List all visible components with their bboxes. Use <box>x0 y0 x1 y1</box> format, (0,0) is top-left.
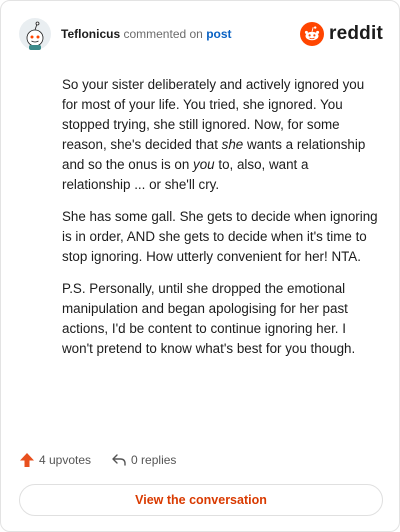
brand-wordmark: reddit <box>329 23 383 44</box>
comment-paragraph: So your sister deliberately and actively… <box>62 75 378 195</box>
reply-stat[interactable]: 0 replies <box>111 452 176 468</box>
upvote-arrow-icon <box>20 453 34 467</box>
paragraph-text: She has some gall. She gets to decide wh… <box>62 209 378 264</box>
post-link[interactable]: post <box>206 27 231 41</box>
upvote-stat[interactable]: 4 upvotes <box>19 452 91 468</box>
comment-card: Teflonicus commented on post reddit So y… <box>0 0 400 532</box>
reddit-brand[interactable]: reddit <box>300 22 383 46</box>
comment-stats: 4 upvotes 0 replies <box>19 449 176 471</box>
comment-paragraph: She has some gall. She gets to decide wh… <box>62 207 378 267</box>
username-link[interactable]: Teflonicus <box>61 27 120 41</box>
upvote-count: 4 upvotes <box>39 453 92 467</box>
emphasized-text: she <box>221 137 244 152</box>
emphasized-text: you <box>193 157 215 172</box>
snoo-avatar-icon[interactable] <box>19 18 51 50</box>
comment-body: So your sister deliberately and actively… <box>62 75 378 371</box>
action-text: commented on <box>123 27 203 41</box>
view-conversation-button[interactable]: View the conversation <box>19 484 383 516</box>
comment-meta: Teflonicus commented on post <box>61 26 232 42</box>
reply-arrow-icon <box>112 454 126 466</box>
comment-paragraph: P.S. Personally, until she dropped the e… <box>62 279 378 359</box>
reply-count: 0 replies <box>131 453 177 467</box>
reddit-logo-icon <box>300 22 325 46</box>
comment-header: Teflonicus commented on post reddit <box>19 17 383 51</box>
paragraph-text: P.S. Personally, until she dropped the e… <box>62 281 356 356</box>
